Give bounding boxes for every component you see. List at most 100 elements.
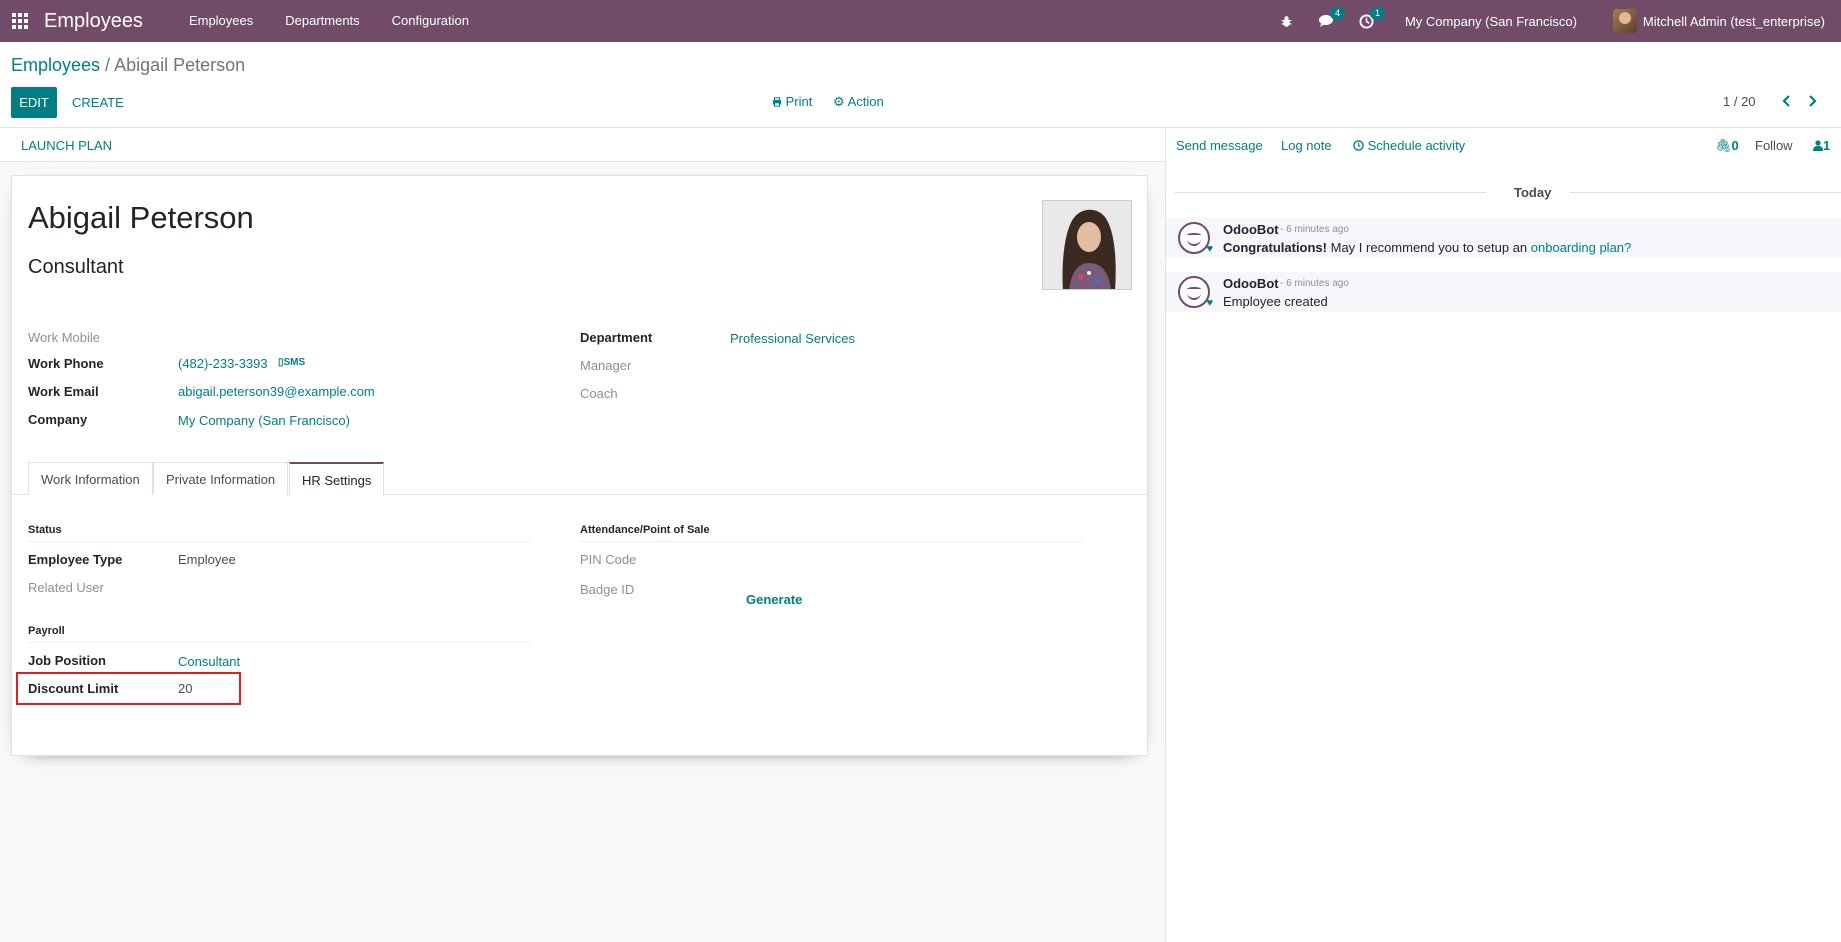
print-icon	[772, 97, 782, 107]
pager-value[interactable]: 1 / 20	[1723, 94, 1756, 109]
payroll-group-title: Payroll	[28, 625, 530, 643]
message-time: - 6 minutes ago	[1280, 278, 1349, 289]
employee-type-label: Employee Type	[28, 552, 123, 567]
user-name: Mitchell Admin (test_enterprise)	[1642, 13, 1825, 29]
today-separator-right	[1570, 192, 1841, 193]
log-note-button[interactable]: Log note	[1281, 138, 1332, 153]
print-label: Print	[785, 94, 813, 109]
attachments-button[interactable]: 🖇0	[1715, 138, 1739, 154]
work-phone-value[interactable]: (482)-233-3393	[178, 356, 268, 371]
employee-photo[interactable]	[1042, 200, 1132, 290]
work-mobile-label: Work Mobile	[28, 330, 101, 345]
generate-badge-button[interactable]: Generate	[746, 592, 802, 607]
messages-count-badge: 4	[1329, 7, 1345, 20]
breadcrumb: Employees / Abigail Peterson	[11, 55, 245, 76]
followers-button[interactable]: 1	[1813, 138, 1830, 153]
breadcrumb-separator: /	[100, 55, 115, 75]
work-email-label: Work Email	[28, 384, 99, 399]
action-button[interactable]: ⚙ Action	[833, 94, 884, 110]
company-switcher[interactable]: My Company (San Francisco)	[1405, 14, 1577, 29]
send-message-button[interactable]: Send message	[1176, 138, 1263, 153]
followers-count: 1	[1823, 138, 1831, 153]
onboarding-plan-link[interactable]: onboarding plan?	[1531, 240, 1631, 255]
heart-icon: ♥	[1206, 243, 1213, 255]
top-navbar: Employees Employees Departments Configur…	[0, 0, 1841, 42]
discount-limit-highlight	[16, 672, 241, 705]
company-value[interactable]: My Company (San Francisco)	[178, 413, 350, 428]
employee-job-title[interactable]: Consultant	[28, 256, 124, 279]
message-author[interactable]: OdooBot	[1223, 276, 1279, 291]
job-position-value[interactable]: Consultant	[178, 654, 240, 669]
debug-bug-icon[interactable]	[1267, 0, 1307, 42]
department-label: Department	[580, 330, 653, 345]
breadcrumb-current: Abigail Peterson	[114, 55, 246, 75]
today-separator-left	[1174, 192, 1486, 193]
chevron-left-icon	[1782, 95, 1790, 107]
paperclip-icon: 🖇	[1715, 138, 1732, 153]
message-author[interactable]: OdooBot	[1223, 222, 1279, 237]
department-value[interactable]: Professional Services	[730, 331, 855, 346]
control-panel: Employees / Abigail Peterson EDIT CREATE…	[0, 42, 1841, 128]
action-label: Action	[847, 94, 884, 109]
odoobot-avatar[interactable]: ♥	[1178, 276, 1213, 309]
chatter-topbar: Send message Log note Schedule activity …	[1166, 128, 1841, 162]
apps-menu-icon[interactable]	[0, 0, 40, 42]
breadcrumb-employees-link[interactable]: Employees	[11, 55, 100, 75]
launch-plan-button[interactable]: LAUNCH PLAN	[21, 138, 112, 153]
form-statusbar: LAUNCH PLAN	[0, 128, 1165, 162]
status-group-title: Status	[28, 524, 530, 542]
schedule-activity-label: Schedule activity	[1367, 138, 1466, 153]
related-user-label: Related User	[28, 580, 104, 595]
sms-label: SMS	[283, 357, 306, 368]
job-position-label: Job Position	[28, 653, 106, 668]
user-icon	[1813, 140, 1823, 151]
follow-button[interactable]: Follow	[1755, 138, 1793, 153]
badge-id-label: Badge ID	[580, 582, 635, 597]
print-button[interactable]: Print	[772, 94, 812, 109]
clock-icon	[1353, 140, 1364, 151]
user-avatar	[1612, 9, 1637, 33]
work-phone-label: Work Phone	[28, 356, 104, 371]
manager-label: Manager	[580, 358, 632, 373]
app-title[interactable]: Employees	[44, 10, 143, 33]
company-label: Company	[28, 412, 88, 427]
pager-previous-button[interactable]	[1776, 90, 1796, 112]
message-body: Congratulations! May I recommend you to …	[1223, 240, 1631, 255]
message-bold-text: Congratulations!	[1223, 240, 1327, 255]
employee-name[interactable]: Abigail Peterson	[28, 200, 254, 236]
message-body: Employee created	[1223, 294, 1328, 309]
sms-button[interactable]: ▯SMS	[278, 357, 305, 368]
chatter-message: ♥ OdooBot - 6 minutes ago Congratulation…	[1166, 218, 1841, 258]
form-sheet: Abigail Peterson Consultant Work Mobile …	[11, 175, 1148, 756]
attachments-count: 0	[1731, 138, 1739, 153]
menu-employees[interactable]: Employees	[173, 0, 269, 42]
user-menu[interactable]: Mitchell Admin (test_enterprise)	[1612, 9, 1825, 33]
menu-configuration[interactable]: Configuration	[376, 0, 485, 42]
message-time: - 6 minutes ago	[1280, 224, 1349, 235]
gear-icon: ⚙	[833, 94, 845, 109]
work-email-value[interactable]: abigail.peterson39@example.com	[178, 384, 375, 399]
heart-icon: ♥	[1206, 297, 1213, 309]
attendance-group-title: Attendance/Point of Sale	[580, 524, 1082, 542]
chevron-right-icon	[1809, 95, 1817, 107]
activities-count-badge: 1	[1369, 7, 1385, 20]
message-text: May I recommend you to setup an	[1327, 240, 1531, 255]
today-separator-label: Today	[1506, 185, 1560, 200]
form-view: LAUNCH PLAN Abigail Peterson Consultant …	[0, 128, 1165, 942]
schedule-activity-button[interactable]: Schedule activity	[1353, 138, 1465, 153]
pin-code-label: PIN Code	[580, 552, 637, 567]
messages-icon[interactable]: 4	[1307, 0, 1347, 42]
tab-private-information[interactable]: Private Information	[153, 462, 289, 495]
menu-departments[interactable]: Departments	[269, 0, 375, 42]
tab-work-information[interactable]: Work Information	[28, 462, 153, 495]
employee-type-value[interactable]: Employee	[178, 552, 236, 567]
odoobot-avatar[interactable]: ♥	[1178, 222, 1213, 255]
edit-button[interactable]: EDIT	[11, 87, 57, 118]
chatter-message: ♥ OdooBot - 6 minutes ago Employee creat…	[1166, 272, 1841, 312]
tab-hr-settings[interactable]: HR Settings	[289, 462, 385, 496]
activities-clock-icon[interactable]: 1	[1347, 0, 1387, 42]
coach-label: Coach	[580, 386, 618, 401]
chatter-panel: Send message Log note Schedule activity …	[1165, 128, 1841, 942]
pager-next-button[interactable]	[1803, 90, 1823, 112]
create-button[interactable]: CREATE	[62, 87, 134, 118]
